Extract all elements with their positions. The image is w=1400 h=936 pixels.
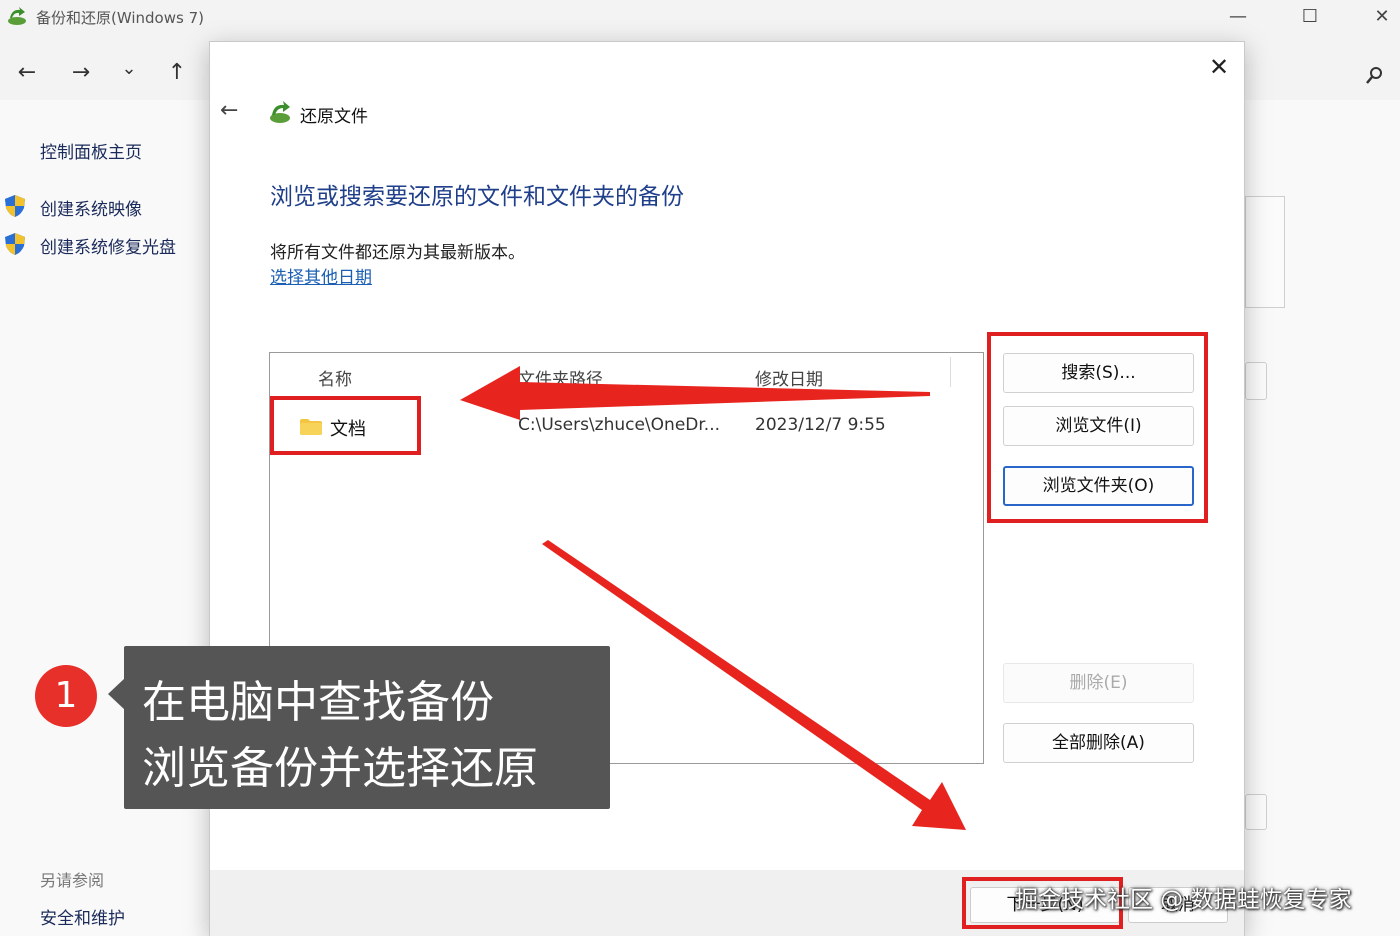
choose-other-date-link[interactable]: 选择其他日期 [270,263,372,288]
close-icon[interactable]: ✕ [1362,4,1400,30]
row-folder-path: C:\Users\zhuce\OneDr... [518,415,721,435]
column-header-folder-path[interactable]: 文件夹路径 [518,365,603,390]
background-panel [1245,196,1285,308]
page-heading: 浏览或搜索要还原的文件和文件夹的备份 [270,184,684,210]
up-arrow-icon[interactable]: ↑ [162,60,192,85]
column-header-name[interactable]: 名称 [318,365,352,390]
row-modified-date: 2023/12/7 9:55 [755,415,886,435]
minimize-icon[interactable]: — [1218,4,1258,30]
annotation-caption: 在电脑中查找备份 浏览备份并选择还原 [124,646,610,809]
shield-icon [5,233,25,255]
recent-locations-icon[interactable]: ⌄ [114,58,144,79]
step-number-badge: 1 [35,665,97,727]
sidebar-link-control-panel-home[interactable]: 控制面板主页 [40,138,142,163]
navigation-bar: ← → ⌄ ↑ [0,50,210,100]
caption-line-1: 在电脑中查找备份 [142,677,494,728]
forward-arrow-icon[interactable]: → [66,60,96,85]
watermark: 掘金技术社区 @ 数据蛙恢复专家 [1015,887,1352,913]
close-icon[interactable]: ✕ [1202,50,1236,84]
description-text: 将所有文件都还原为其最新版本。 [270,243,525,263]
highlight-box-folder [270,396,421,455]
caption-line-2: 浏览备份并选择还原 [142,743,538,794]
backup-restore-icon [8,7,26,25]
back-arrow-icon[interactable]: ← [12,60,42,85]
see-also-heading: 另请参阅 [40,871,105,890]
sidebar-item-create-system-image[interactable]: 创建系统映像 [40,195,142,220]
remove-button[interactable]: 删除(E) [1003,663,1194,703]
maximize-icon[interactable]: ☐ [1290,4,1330,30]
back-arrow-icon[interactable]: ← [220,98,238,123]
sidebar-item-create-repair-disc[interactable]: 创建系统修复光盘 [40,233,176,258]
backup-restore-icon [270,101,290,123]
dialog-title: 还原文件 [300,107,368,127]
window-title: 备份和还原(Windows 7) [36,9,204,27]
highlight-box-buttons [987,332,1208,523]
sidebar-link-security-maintenance[interactable]: 安全和维护 [40,904,125,929]
title-bar: 备份和还原(Windows 7) — ☐ ✕ [0,0,1400,34]
search-icon[interactable] [1362,64,1386,88]
remove-all-button[interactable]: 全部删除(A) [1003,723,1194,763]
background-button [1245,794,1267,830]
column-header-modified-date[interactable]: 修改日期 [755,365,823,390]
caption-pointer [108,678,125,710]
shield-icon [5,195,25,217]
column-divider [950,357,951,387]
background-button [1245,362,1267,400]
